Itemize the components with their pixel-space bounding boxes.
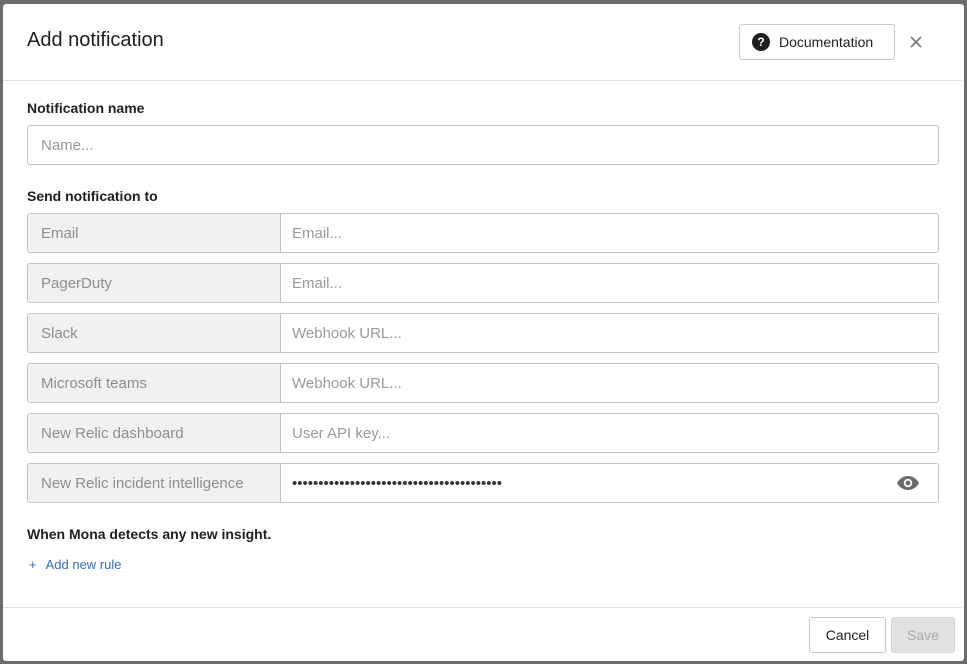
add-notification-dialog: Add notification ? Documentation Notific…: [3, 4, 964, 661]
email-field[interactable]: [281, 214, 938, 252]
channel-row-slack: Slack: [27, 313, 939, 353]
close-icon: [910, 36, 922, 48]
pagerduty-field[interactable]: [281, 264, 938, 302]
dialog-title: Add notification: [27, 29, 164, 51]
notification-name-input[interactable]: [27, 125, 939, 165]
channel-label: PagerDuty: [28, 264, 281, 302]
rule-description: When Mona detects any new insight.: [27, 526, 272, 542]
eye-icon: [897, 476, 919, 490]
channel-label: Email: [28, 214, 281, 252]
dialog-header: Add notification ? Documentation: [3, 4, 964, 81]
help-icon: ?: [752, 33, 770, 51]
add-new-rule-label: Add new rule: [45, 557, 122, 572]
newrelic-incident-key-field[interactable]: [281, 464, 878, 502]
channel-row-pagerduty: PagerDuty: [27, 263, 939, 303]
plus-icon: +: [29, 557, 37, 572]
slack-webhook-field[interactable]: [281, 314, 938, 352]
channel-label: Microsoft teams: [28, 364, 281, 402]
channel-label: New Relic dashboard: [28, 414, 281, 452]
save-button[interactable]: Save: [891, 617, 955, 653]
newrelic-api-key-field[interactable]: [281, 414, 938, 452]
show-password-button[interactable]: [878, 464, 938, 502]
documentation-button[interactable]: ? Documentation: [739, 24, 895, 60]
dialog-footer: Cancel Save: [3, 607, 964, 661]
channel-row-teams: Microsoft teams: [27, 363, 939, 403]
channel-label: Slack: [28, 314, 281, 352]
channel-row-email: Email: [27, 213, 939, 253]
documentation-label: Documentation: [779, 34, 874, 50]
channel-label: New Relic incident intelligence: [28, 464, 281, 502]
channel-row-newrelic-dashboard: New Relic dashboard: [27, 413, 939, 453]
close-button[interactable]: [905, 31, 927, 53]
send-to-label: Send notification to: [27, 188, 158, 204]
teams-webhook-field[interactable]: [281, 364, 938, 402]
add-new-rule-link[interactable]: + Add new rule: [29, 557, 121, 572]
channel-row-newrelic-incident: New Relic incident intelligence: [27, 463, 939, 503]
notification-name-label: Notification name: [27, 100, 145, 116]
cancel-button[interactable]: Cancel: [809, 617, 886, 653]
